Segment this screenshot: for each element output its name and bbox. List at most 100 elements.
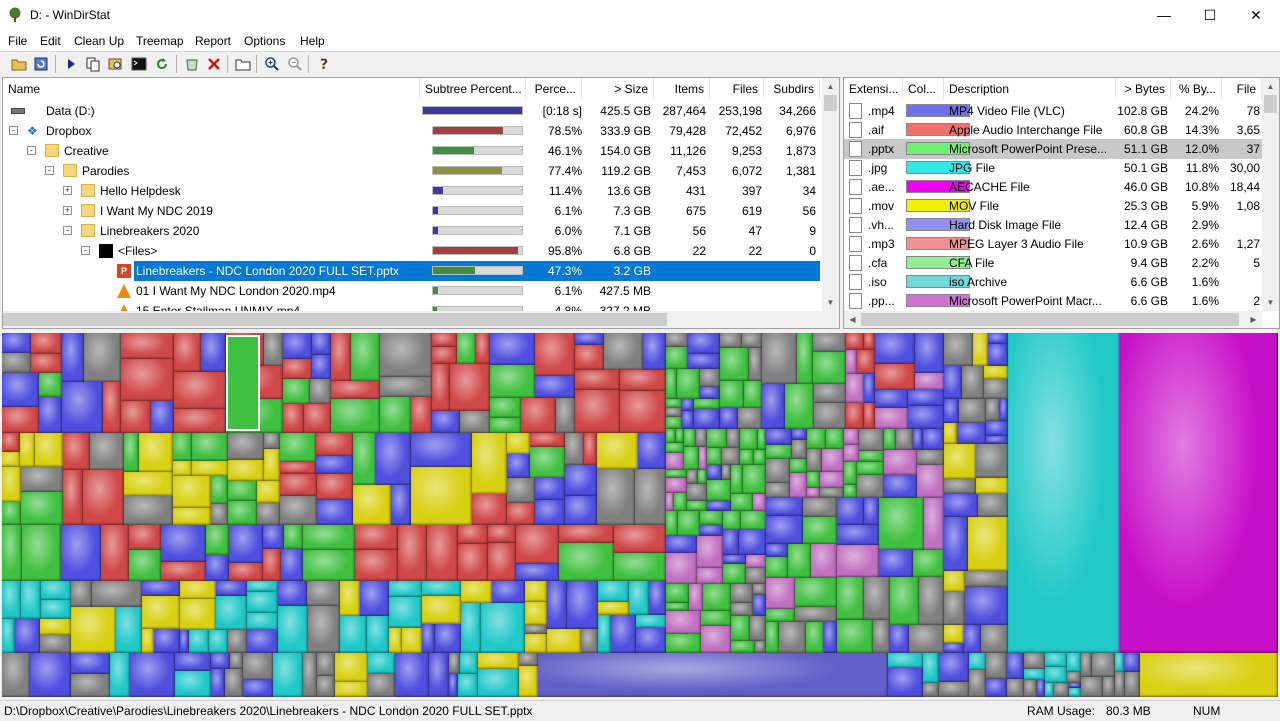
treemap-tile[interactable]	[707, 480, 731, 501]
open-icon[interactable]	[10, 55, 28, 73]
treemap-tile[interactable]	[2, 581, 21, 619]
treemap-tile[interactable]	[986, 653, 1007, 679]
treemap-tile[interactable]	[71, 653, 110, 674]
treemap-tile[interactable]	[575, 333, 604, 345]
treemap-tile[interactable]	[2, 467, 21, 502]
treemap-tile[interactable]	[984, 379, 1008, 399]
treemap-tile[interactable]	[460, 653, 478, 674]
treemap-tile[interactable]	[620, 370, 666, 391]
treemap-tile[interactable]	[161, 525, 206, 562]
treemap-tile[interactable]	[915, 373, 944, 390]
treemap-tile[interactable]	[746, 568, 766, 584]
treemap-tile[interactable]	[875, 364, 915, 390]
treemap-tile[interactable]	[917, 450, 944, 465]
treemap-tile[interactable]	[884, 475, 917, 498]
treemap-tile[interactable]	[264, 433, 280, 449]
treemap-tile[interactable]	[355, 550, 398, 581]
column-header-percent[interactable]: Perce...	[526, 78, 582, 100]
treemap-tile[interactable]	[766, 459, 790, 483]
treemap-tile[interactable]	[303, 653, 317, 697]
treemap-tile[interactable]	[1007, 679, 1024, 697]
treemap-tile[interactable]	[228, 460, 264, 481]
treemap-tile[interactable]	[228, 481, 257, 501]
extension-row[interactable]: .jpg JPG File 50.1 GB 11.8% 30,00	[844, 158, 1262, 178]
treemap-tile[interactable]	[720, 408, 738, 429]
treemap-tile[interactable]	[547, 629, 581, 653]
treemap-tile[interactable]	[507, 433, 530, 454]
treemap-tile[interactable]	[368, 653, 395, 674]
tree-row[interactable]: 01 I Want My NDC London 2020.mp4 6.1% 427.…	[3, 281, 820, 301]
scroll-left-icon[interactable]: ◀	[844, 311, 861, 328]
treemap-tile[interactable]	[944, 444, 976, 479]
treemap-tile[interactable]	[762, 333, 797, 384]
treemap-tile[interactable]	[666, 408, 682, 417]
treemap-tile[interactable]	[697, 536, 723, 568]
treemap-tile[interactable]	[753, 595, 766, 616]
treemap-tile[interactable]	[2, 502, 21, 525]
treemap-tile[interactable]	[461, 581, 492, 603]
treemap-tile[interactable]	[792, 429, 807, 440]
treemap-tile[interactable]	[749, 348, 762, 381]
treemap-tile[interactable]	[142, 629, 154, 653]
treemap-tile[interactable]	[635, 469, 666, 525]
treemap-tile[interactable]	[525, 581, 547, 602]
treemap-tile[interactable]	[864, 333, 875, 350]
treemap-tile[interactable]	[263, 525, 284, 549]
treemap-tile[interactable]	[1024, 669, 1045, 680]
treemap-tile[interactable]	[307, 581, 340, 606]
extension-row[interactable]: .mov MOV File 25.3 GB 5.9% 1,08	[844, 196, 1262, 216]
treemap-tile[interactable]	[643, 333, 666, 370]
treemap-tile[interactable]	[432, 333, 457, 347]
treemap-tile[interactable]	[1045, 683, 1054, 697]
treemap-tile[interactable]	[228, 433, 264, 460]
treemap-tile[interactable]	[923, 429, 944, 450]
treemap-tile[interactable]	[813, 333, 846, 352]
treemap-tile[interactable]	[837, 525, 879, 545]
treemap-tile[interactable]	[90, 433, 124, 470]
treemap-tile[interactable]	[121, 359, 174, 401]
treemap-tile[interactable]	[121, 401, 151, 433]
treemap-tile[interactable]	[701, 626, 731, 653]
treemap-tile[interactable]	[636, 628, 666, 653]
treemap-tile[interactable]	[71, 607, 116, 653]
treemap-tile[interactable]	[201, 333, 226, 372]
collapse-icon[interactable]: -	[9, 126, 18, 135]
treemap-tile[interactable]	[21, 467, 63, 492]
treemap-tile[interactable]	[824, 622, 837, 653]
treemap-tile[interactable]	[402, 628, 422, 653]
treemap-tile[interactable]	[944, 517, 968, 571]
treemap-tile[interactable]	[395, 653, 429, 697]
treemap-tile[interactable]	[284, 525, 303, 549]
treemap-tile[interactable]	[598, 581, 629, 602]
treemap-tile[interactable]	[701, 611, 731, 626]
treemap-tile[interactable]	[913, 550, 944, 577]
treemap-tile[interactable]	[273, 653, 303, 697]
column-header-extension[interactable]: Extensi...	[844, 78, 903, 100]
treemap-tile[interactable]	[516, 564, 559, 581]
treemap-tile[interactable]	[699, 447, 707, 470]
treemap-tile[interactable]	[1054, 683, 1069, 697]
treemap-tile[interactable]	[890, 577, 919, 625]
treemap-tile[interactable]	[304, 404, 331, 433]
treemap-tile[interactable]	[700, 369, 720, 387]
treemap-tile[interactable]	[857, 462, 884, 475]
treemap-tile[interactable]	[859, 451, 884, 462]
extension-row[interactable]: .mp4 MP4 Video File (VLC) 102.8 GB 24.2% 78	[844, 101, 1262, 121]
treemap-tile[interactable]	[316, 433, 353, 456]
treemap-tile[interactable]	[516, 525, 559, 564]
treemap-tile[interactable]	[263, 549, 281, 581]
column-header-files[interactable]: File	[1222, 78, 1262, 100]
treemap-tile[interactable]	[264, 449, 280, 481]
treemap-tile[interactable]	[864, 498, 879, 525]
treemap-tile[interactable]	[116, 607, 142, 653]
treemap-tile[interactable]	[923, 653, 939, 683]
treemap-tile[interactable]	[727, 429, 740, 448]
treemap-tile[interactable]	[731, 616, 750, 641]
treemap-tile[interactable]	[986, 436, 1008, 444]
treemap-tile[interactable]	[1115, 672, 1125, 697]
treemap-tile[interactable]	[1045, 667, 1067, 683]
treemap-tile[interactable]	[666, 634, 701, 653]
treemap-tile[interactable]	[1024, 680, 1037, 697]
treemap-tile[interactable]	[335, 653, 368, 682]
treemap-tile[interactable]	[844, 445, 859, 462]
